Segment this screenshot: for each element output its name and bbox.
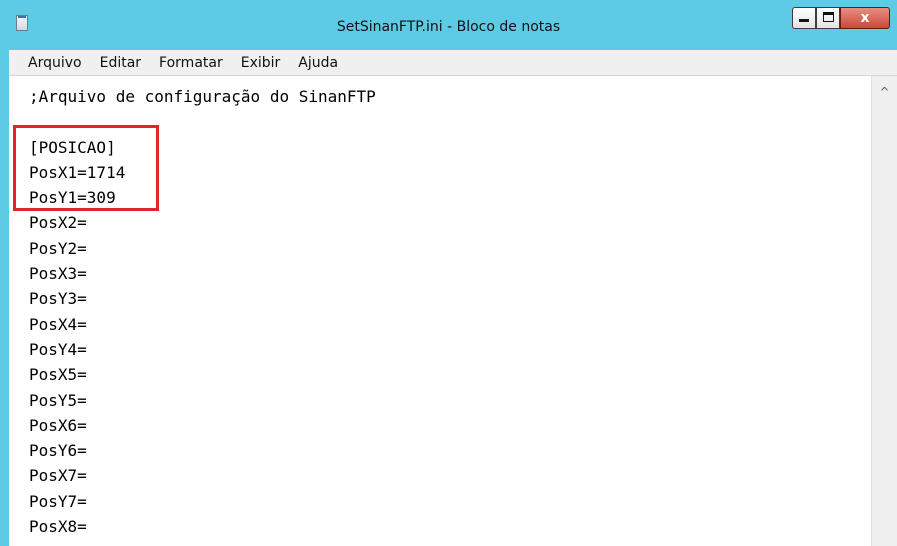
text-editor[interactable]: ;Arquivo de configuração do SinanFTP [PO…: [9, 76, 871, 546]
maximize-button[interactable]: [816, 7, 840, 29]
chevron-up-icon[interactable]: ^: [876, 84, 893, 101]
window-title: SetSinanFTP.ini - Bloco de notas: [336, 19, 561, 35]
editor-line: PosX5=: [29, 365, 87, 385]
title-bar[interactable]: SetSinanFTP.ini - Bloco de notas x: [0, 0, 897, 50]
menu-formatar[interactable]: Formatar: [159, 55, 223, 71]
minimize-button[interactable]: [792, 7, 816, 29]
editor-line: PosY4=: [29, 339, 87, 359]
editor-line: PosY3=: [29, 289, 87, 309]
editor-line: PosY2=: [29, 238, 87, 258]
close-button[interactable]: x: [840, 7, 890, 29]
editor-line: PosX8=: [29, 517, 87, 537]
editor-line: PosX3=: [29, 264, 87, 284]
menu-exibir[interactable]: Exibir: [241, 55, 281, 71]
editor-line: PosY7=: [29, 491, 87, 511]
menu-bar: Arquivo Editar Formatar Exibir Ajuda: [9, 50, 897, 76]
editor-line: PosX6=: [29, 415, 87, 435]
minimize-icon: [799, 19, 809, 22]
editor-line: [POSICAO]: [29, 137, 116, 157]
close-icon: x: [860, 10, 870, 26]
editor-line: PosX2=: [29, 213, 87, 233]
notepad-window: SetSinanFTP.ini - Bloco de notas x Arqui…: [0, 0, 897, 546]
vertical-scrollbar[interactable]: ^: [871, 76, 897, 546]
editor-line: PosX4=: [29, 314, 87, 334]
menu-ajuda[interactable]: Ajuda: [298, 55, 338, 71]
menu-editar[interactable]: Editar: [100, 55, 141, 71]
editor-line: ;Arquivo de configuração do SinanFTP: [29, 87, 376, 106]
editor-line: PosY5=: [29, 390, 87, 410]
editor-line: PosY6=: [29, 441, 87, 461]
editor-text[interactable]: ;Arquivo de configuração do SinanFTP [PO…: [29, 84, 376, 539]
maximize-icon: [823, 12, 834, 22]
menu-arquivo[interactable]: Arquivo: [28, 55, 82, 71]
editor-line: PosX7=: [29, 466, 87, 486]
editor-line: PosY1=309: [29, 188, 116, 208]
editor-line: PosX1=1714: [29, 162, 126, 182]
